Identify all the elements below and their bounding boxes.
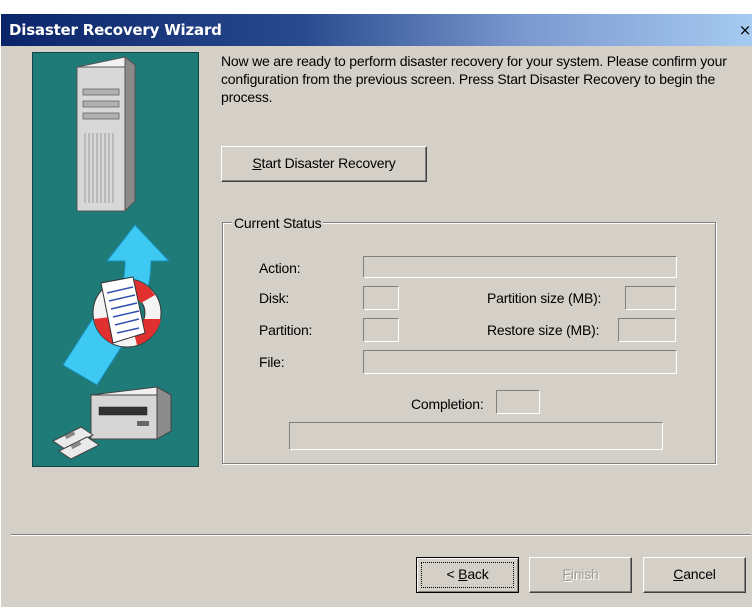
action-label: Action: [259, 260, 301, 276]
file-field [363, 350, 677, 374]
close-button[interactable]: × [737, 19, 752, 41]
restore-size-label: Restore size (MB): [487, 322, 600, 338]
partition-size-label: Partition size (MB): [487, 290, 602, 306]
completion-field [496, 390, 540, 414]
disk-label: Disk: [259, 290, 290, 306]
back-button-label: ack [467, 566, 489, 582]
title-bar[interactable]: Disaster Recovery Wizard × [1, 14, 752, 46]
window-title: Disaster Recovery Wizard [9, 21, 222, 39]
action-field [363, 256, 677, 278]
wizard-window: Disaster Recovery Wizard × Now we are re… [0, 14, 752, 607]
progress-bar [289, 422, 663, 450]
start-button-accel: S [252, 155, 262, 171]
back-button-accel: B [458, 566, 468, 582]
partition-size-field [625, 286, 676, 310]
cancel-button-accel: C [673, 566, 684, 582]
finish-button-accel: F [562, 566, 571, 582]
start-disaster-recovery-button[interactable]: Start Disaster Recovery [221, 146, 427, 182]
back-button-prefix: < [446, 566, 459, 582]
illustration-svg [52, 55, 173, 460]
start-button-label: tart Disaster Recovery [261, 155, 396, 171]
partition-label: Partition: [259, 322, 313, 338]
completion-label: Completion: [411, 396, 484, 412]
close-icon: × [738, 21, 752, 39]
finish-button-label: inish [570, 566, 599, 582]
cancel-button[interactable]: Cancel [643, 557, 746, 593]
server-tower-icon [75, 55, 137, 213]
intro-text: Now we are ready to perform disaster rec… [221, 53, 727, 105]
finish-button[interactable]: Finish [529, 557, 632, 593]
wizard-illustration [32, 52, 199, 467]
partition-field [363, 318, 399, 342]
floppy-drive-icon [89, 386, 173, 440]
current-status-label: Current Status [232, 215, 324, 231]
disk-field [363, 286, 399, 310]
cancel-button-label: ancel [683, 566, 716, 582]
footer-separator [11, 534, 751, 536]
file-label: File: [259, 354, 285, 370]
back-button[interactable]: < Back [416, 557, 519, 593]
restore-size-field [618, 318, 676, 342]
